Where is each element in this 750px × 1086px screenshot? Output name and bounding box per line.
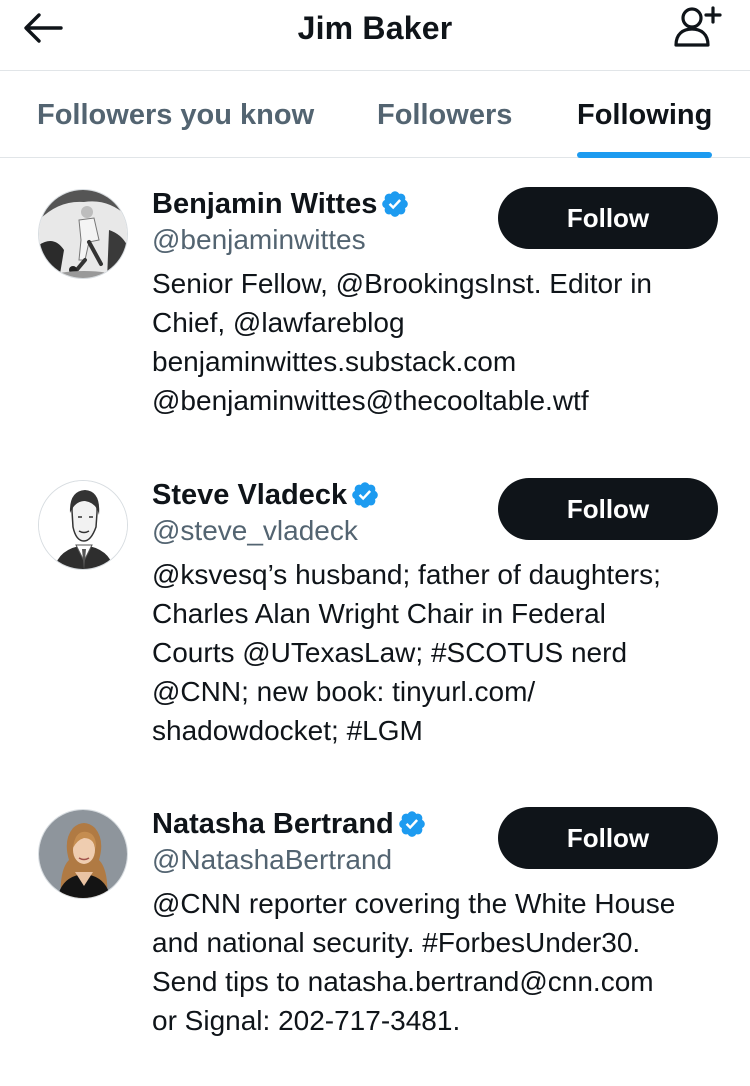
tab-followers[interactable]: Followers — [377, 97, 512, 133]
follow-button[interactable]: Follow — [498, 187, 718, 249]
tab-followers-you-know[interactable]: Followers you know — [37, 97, 314, 133]
verified-badge-icon — [397, 809, 427, 839]
page-title: Jim Baker — [297, 10, 453, 46]
verified-badge-icon — [380, 189, 410, 219]
follow-button[interactable]: Follow — [498, 478, 718, 540]
name-row: Benjamin Wittes — [152, 187, 410, 221]
name-row: Steve Vladeck — [152, 478, 380, 512]
name-row: Natasha Bertrand — [152, 807, 427, 841]
user-handle[interactable]: @steve_vladeck — [152, 514, 358, 548]
avatar-photo — [39, 810, 127, 898]
bio-line: and national security. #ForbesUnder30. — [152, 927, 641, 958]
follow-button[interactable]: Follow — [498, 807, 718, 869]
tab-following[interactable]: Following — [577, 97, 712, 133]
display-name[interactable]: Benjamin Wittes — [152, 187, 377, 221]
avatar[interactable] — [38, 480, 128, 570]
display-name[interactable]: Steve Vladeck — [152, 478, 347, 512]
display-name[interactable]: Natasha Bertrand — [152, 807, 394, 841]
avatar[interactable] — [38, 189, 128, 279]
verified-badge-icon — [350, 480, 380, 510]
avatar[interactable] — [38, 809, 128, 899]
user-handle[interactable]: @benjaminwittes — [152, 223, 366, 257]
top-bar: Jim Baker — [0, 0, 750, 71]
bio-line: Senior Fellow, @BrookingsInst. Editor in — [152, 268, 652, 299]
active-tab-indicator — [577, 152, 712, 158]
bio-line: benjaminwittes.substack.com — [152, 346, 517, 377]
bio-line: Courts @UTexasLaw; #SCOTUS nerd — [152, 637, 628, 668]
user-bio: Senior Fellow, @BrookingsInst. Editor in… — [152, 264, 722, 420]
avatar-photo — [39, 481, 127, 569]
bio-line: Charles Alan Wright Chair in Federal — [152, 598, 606, 629]
bio-line: @ksvesq’s husband; father of daughters; — [152, 559, 661, 590]
user-bio: @ksvesq’s husband; father of daughters; … — [152, 555, 722, 750]
user-row[interactable]: Steve Vladeck @steve_vladeck Follow @ksv… — [0, 478, 750, 768]
tab-bar: Followers you know Followers Following — [0, 71, 750, 158]
user-handle[interactable]: @NatashaBertrand — [152, 843, 392, 877]
add-user-icon — [674, 6, 722, 47]
bio-line: @benjaminwittes@thecooltable.wtf — [152, 385, 589, 416]
user-row[interactable]: Natasha Bertrand @NatashaBertrand Follow… — [0, 807, 750, 1067]
bio-line: @CNN reporter covering the White House — [152, 888, 676, 919]
user-row[interactable]: Benjamin Wittes @benjaminwittes Follow S… — [0, 187, 750, 437]
bio-line: Send tips to natasha.bertrand@cnn.com — [152, 966, 654, 997]
bio-line: @CNN; new book: tinyurl.com/ — [152, 676, 536, 707]
bio-line: Chief, @lawfareblog — [152, 307, 405, 338]
bio-line: shadowdocket; #LGM — [152, 715, 423, 746]
bio-line: or Signal: 202-717-3481. — [152, 1005, 461, 1036]
add-user-button[interactable] — [670, 4, 726, 48]
avatar-photo — [39, 190, 127, 278]
user-bio: @CNN reporter covering the White House a… — [152, 884, 722, 1040]
